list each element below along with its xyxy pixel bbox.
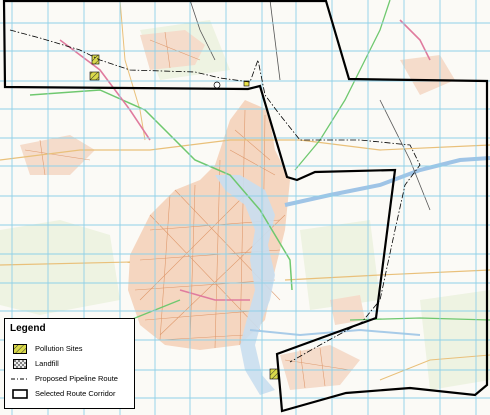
- legend-label-pipeline: Proposed Pipeline Route: [35, 374, 118, 383]
- legend-label-corridor: Selected Route Corridor: [35, 389, 116, 398]
- legend-title: Legend: [10, 323, 46, 334]
- legend-item-corridor: Selected Route Corridor: [10, 386, 130, 401]
- landmark-circle-icon: [213, 81, 221, 89]
- legend-item-pipeline: Proposed Pipeline Route: [10, 371, 130, 386]
- map-legend: Legend Pollution Sites Landfill Proposed…: [4, 318, 135, 409]
- legend-label-landfill: Landfill: [35, 359, 59, 368]
- pollution-site-north-2[interactable]: [89, 71, 100, 81]
- pollution-site-south[interactable]: [269, 368, 279, 380]
- landfill-crosshatch-icon: [10, 358, 30, 369]
- pollution-site-north[interactable]: [91, 54, 100, 65]
- legend-label-pollution-sites: Pollution Sites: [35, 344, 83, 353]
- dash-dot-line-icon: [10, 374, 30, 384]
- legend-item-landfill: Landfill: [10, 356, 130, 371]
- map-viewport[interactable]: Legend Pollution Sites Landfill Proposed…: [0, 0, 490, 415]
- pollution-sites-hatched-icon: [10, 343, 30, 354]
- hollow-rectangle-icon: [10, 388, 30, 399]
- legend-item-pollution-sites: Pollution Sites: [10, 341, 130, 356]
